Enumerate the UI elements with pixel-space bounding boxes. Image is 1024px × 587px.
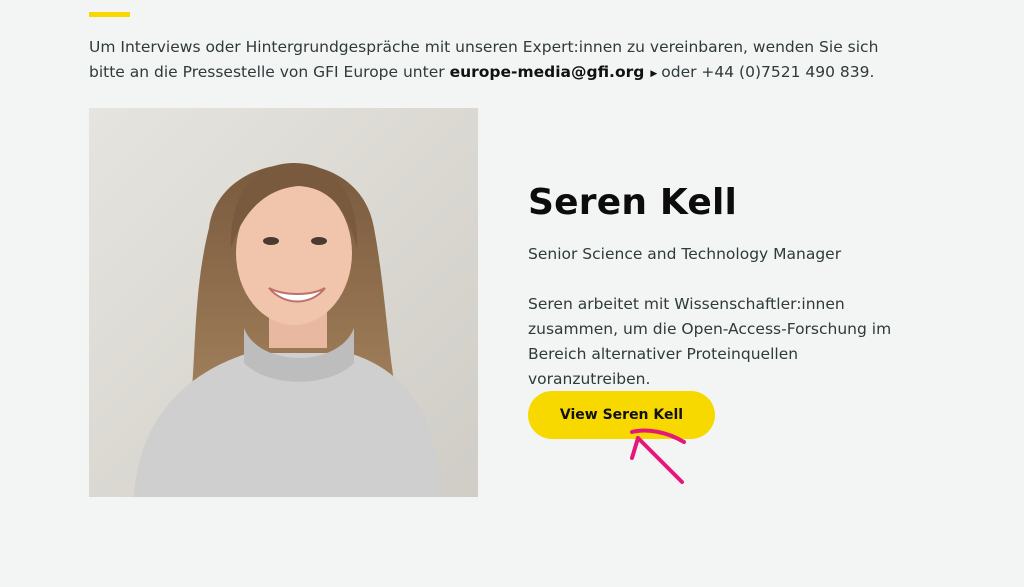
page: Um Interviews oder Hintergrundgespräche … <box>0 0 1024 587</box>
hand-drawn-arrow-icon <box>630 428 686 484</box>
press-email-link[interactable]: europe-media@gfi.org <box>450 63 645 81</box>
accent-bar <box>89 12 130 17</box>
profile-photo <box>89 108 478 497</box>
profile-role: Senior Science and Technology Manager <box>528 245 842 263</box>
intro-text-after: oder +44 (0)7521 490 839. <box>661 63 875 81</box>
profile-name: Seren Kell <box>528 182 738 223</box>
profile-bio: Seren arbeitet mit Wissenschaftler:innen… <box>528 295 892 388</box>
press-contact-paragraph: Um Interviews oder Hintergrundgespräche … <box>89 35 919 87</box>
caret-right-icon: ▶ <box>650 69 658 79</box>
